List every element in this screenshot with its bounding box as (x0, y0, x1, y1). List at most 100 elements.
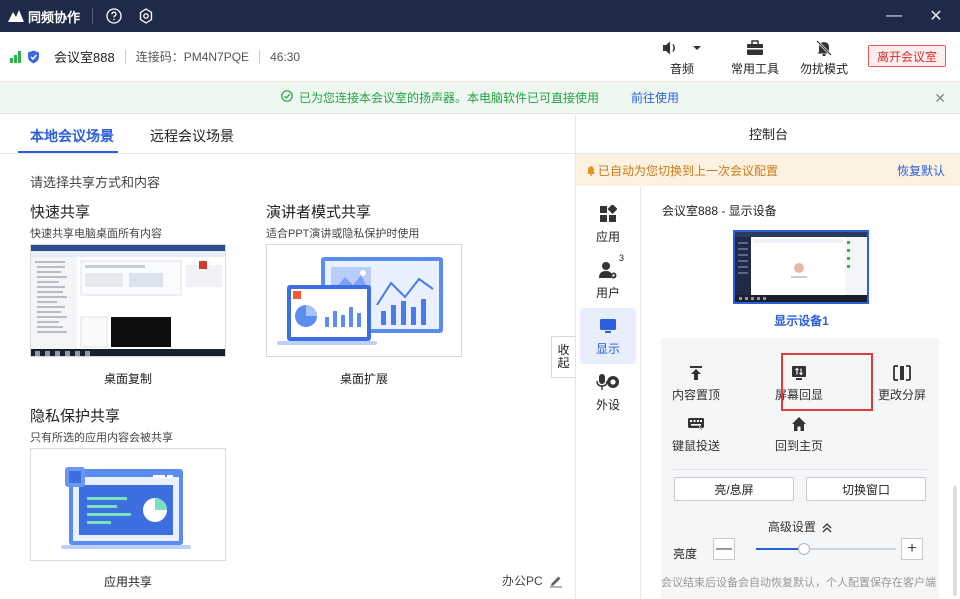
active-tab-indicator (18, 151, 118, 153)
nav-peripherals[interactable]: 外设 (580, 364, 636, 420)
desktop-screenshot-image (31, 245, 225, 356)
audio-tool-button[interactable]: 音频 (662, 38, 702, 77)
display-settings-content: 会议室888 - 显示设备 显示设备1 内容置顶 屏幕回显 更改分屏 键鼠投送 … (640, 186, 960, 599)
mic-camera-icon (596, 374, 619, 390)
chevron-up-double-icon (822, 522, 832, 533)
app-share-illustration (61, 467, 191, 549)
bell-icon (587, 165, 595, 176)
brightness-slider[interactable] (756, 543, 896, 555)
nav-display[interactable]: 显示 (580, 308, 636, 364)
office-pc-label: 办公PC (502, 574, 543, 588)
app-share-label: 应用共享 (103, 575, 152, 589)
scenario-tabs: 本地会议场景 远程会议场景 (0, 114, 575, 154)
display-actions-panel: 内容置顶 屏幕回显 更改分屏 键鼠投送 回到主页 亮/息屏 切换窗口 高级设置 … (661, 338, 939, 599)
console-title: 控制台 (576, 114, 960, 154)
privacy-share-desc: 只有所选的应用内容会被共享 (30, 432, 173, 444)
go-use-link[interactable]: 前往使用 (631, 89, 679, 106)
brightness-slider-knob[interactable] (797, 543, 810, 555)
connection-code: 连接码：PM4N7PQE (135, 50, 250, 64)
signal-strength-icon (10, 50, 21, 63)
brightness-decrease-button[interactable]: — (713, 538, 735, 560)
km-cast-label: 键鼠投送 (672, 439, 721, 453)
app-share-thumbnail[interactable] (30, 448, 226, 561)
home-label: 回到主页 (775, 439, 824, 453)
speaker-icon (663, 41, 675, 55)
presenter-share-desc: 适合PPT演讲或隐私保护时使用 (266, 228, 420, 240)
restore-default-link[interactable]: 恢复默认 (897, 162, 945, 179)
settings-footnote: 会议结束后设备会自动恢复默认，个人配置保存在客户端 (661, 577, 936, 589)
device-section-title: 会议室888 - 显示设备 (662, 204, 777, 218)
advanced-settings-label: 高级设置 (767, 520, 816, 534)
screen-echo-highlight (781, 353, 873, 411)
check-circle-icon (281, 90, 293, 105)
nav-apps[interactable]: 应用 (580, 196, 636, 252)
do-not-disturb-button[interactable]: 勿扰模式 (800, 38, 848, 77)
connection-notice: 已为您连接本会议室的扬声器。本电脑软件已可直接使用 前往使用 ✕ (0, 82, 960, 114)
screen-on-off-button[interactable]: 亮/息屏 (674, 477, 794, 501)
tab-remote-meeting[interactable]: 远程会议场景 (150, 126, 234, 146)
nav-users[interactable]: 3 用户 (580, 252, 636, 308)
meeting-timer: 46:30 (270, 49, 301, 64)
shield-check-icon (28, 50, 39, 63)
desktop-extend-thumbnail[interactable] (266, 244, 462, 357)
office-pc-selector[interactable]: 办公PC (502, 572, 563, 589)
privacy-share-title: 隐私保护共享 (30, 408, 121, 425)
minimize-icon[interactable]: — (876, 0, 912, 32)
chevron-down-icon (693, 46, 701, 50)
title-bar: 同频协作 — ✕ (0, 0, 960, 32)
close-window-icon[interactable]: ✕ (918, 0, 954, 32)
desktop-mirror-label: 桌面复制 (103, 372, 152, 386)
quick-share-title: 快速共享 (30, 204, 91, 221)
back-to-home-button[interactable]: 回到主页 (775, 414, 823, 454)
share-scenarios-panel: 本地会议场景 远程会议场景 请选择共享方式和内容 快速共享 快速共享电脑桌面所有… (0, 114, 575, 599)
brightness-increase-button[interactable]: + (901, 538, 923, 560)
info-separator (124, 49, 126, 64)
user-settings-icon (599, 262, 617, 279)
leave-room-button[interactable]: 离开会议室 (868, 45, 946, 67)
common-tools-button[interactable]: 常用工具 (731, 38, 779, 77)
extend-illustration (277, 257, 443, 345)
bell-off-icon (816, 40, 832, 56)
desktop-extend-label: 桌面扩展 (339, 372, 388, 386)
change-split-screen-button[interactable]: 更改分屏 (878, 363, 926, 403)
keyboard-mouse-cast-button[interactable]: 键鼠投送 (672, 414, 720, 454)
nav-apps-label: 应用 (595, 230, 620, 244)
pin-top-icon (690, 366, 702, 380)
switch-window-button[interactable]: 切换窗口 (806, 477, 926, 501)
split-screen-icon (893, 365, 911, 381)
title-separator (92, 8, 94, 24)
brightness-slider-fill (756, 548, 804, 550)
close-notice-icon[interactable]: ✕ (934, 90, 946, 107)
auto-switch-banner: 已自动为您切换到上一次会议配置 恢复默认 (576, 154, 960, 186)
apps-grid-icon (600, 205, 617, 222)
users-count-badge: 3 (618, 253, 624, 263)
change-split-label: 更改分屏 (878, 388, 927, 402)
advanced-settings-toggle[interactable]: 高级设置 (661, 518, 939, 535)
info-separator (259, 49, 261, 64)
quick-share-desc: 快速共享电脑桌面所有内容 (30, 228, 162, 240)
keyboard-icon (688, 418, 704, 431)
desktop-mirror-thumbnail[interactable] (30, 244, 226, 357)
auto-switch-text: 已自动为您切换到上一次会议配置 (598, 163, 779, 178)
monitor-icon (600, 319, 616, 333)
collapse-panel-button[interactable]: 收 起 (551, 336, 575, 378)
display-device-thumbnail[interactable] (733, 230, 869, 304)
room-name: 会议室888 (54, 50, 115, 65)
nav-peripherals-label: 外设 (595, 398, 620, 412)
actions-divider (673, 469, 927, 470)
app-logo: 同频协作 (0, 7, 80, 26)
tab-local-meeting[interactable]: 本地会议场景 (30, 126, 114, 146)
choose-prompt: 请选择共享方式和内容 (30, 175, 161, 190)
presenter-share-title: 演讲者模式共享 (266, 204, 372, 221)
control-console-panel: 控制台 已自动为您切换到上一次会议配置 恢复默认 应用 3 用户 显示 外设 会… (575, 114, 960, 599)
app-logo-icon (8, 10, 24, 22)
nav-display-label: 显示 (595, 342, 620, 356)
nav-users-label: 用户 (595, 286, 620, 300)
help-icon[interactable] (105, 7, 123, 25)
pin-content-top-button[interactable]: 内容置顶 (672, 363, 720, 403)
edit-pencil-icon (549, 576, 562, 587)
display-device-name: 显示设备1 (774, 314, 829, 328)
settings-gear-icon[interactable] (137, 7, 155, 25)
display-preview-image (735, 232, 867, 302)
collapse-char-2: 起 (557, 356, 570, 370)
